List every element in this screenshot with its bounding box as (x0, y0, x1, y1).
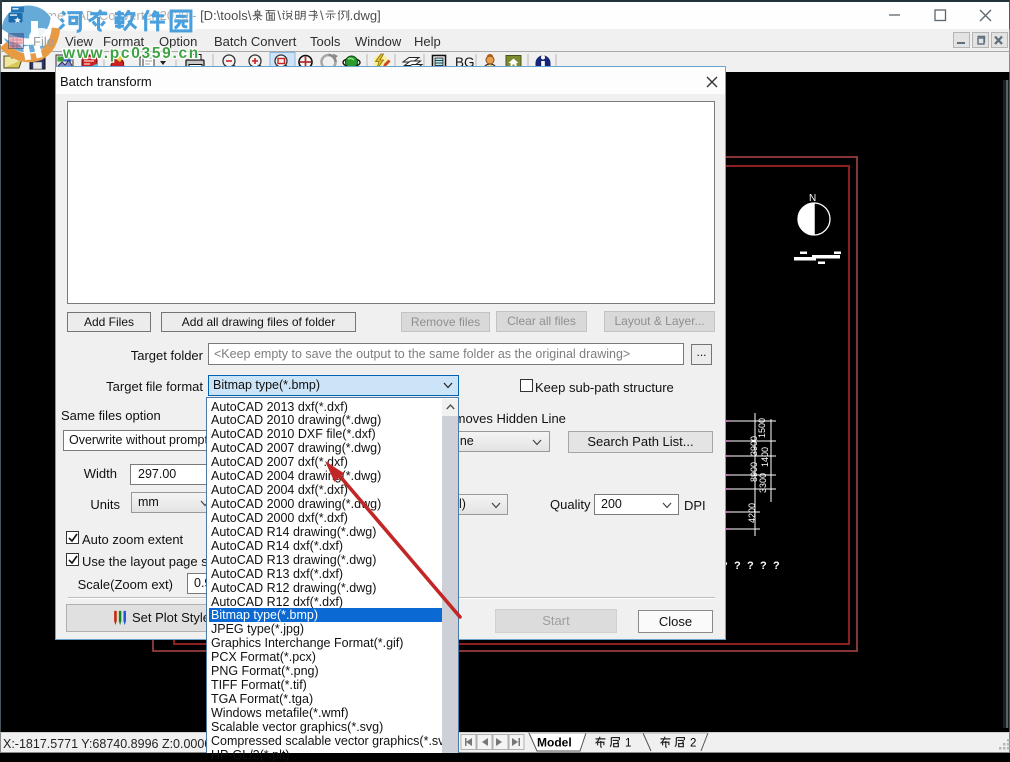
svg-text:3900: 3900 (749, 436, 759, 456)
svg-text:?: ? (747, 560, 754, 572)
svg-text:1400: 1400 (760, 447, 770, 467)
svg-text:www.pc0359.cn: www.pc0359.cn (62, 45, 200, 62)
svg-text:2: 2 (690, 738, 696, 750)
svg-text:Model: Model (537, 736, 572, 750)
svg-text:1: 1 (625, 738, 631, 750)
svg-text:?: ? (773, 560, 780, 572)
svg-text:N: N (809, 193, 816, 204)
svg-text:3300: 3300 (758, 473, 768, 493)
svg-text:File: File (33, 34, 54, 49)
svg-text:?: ? (760, 560, 767, 572)
svg-text:4200: 4200 (747, 503, 757, 523)
svg-text:?: ? (734, 560, 741, 572)
svg-text:1500: 1500 (757, 418, 767, 438)
